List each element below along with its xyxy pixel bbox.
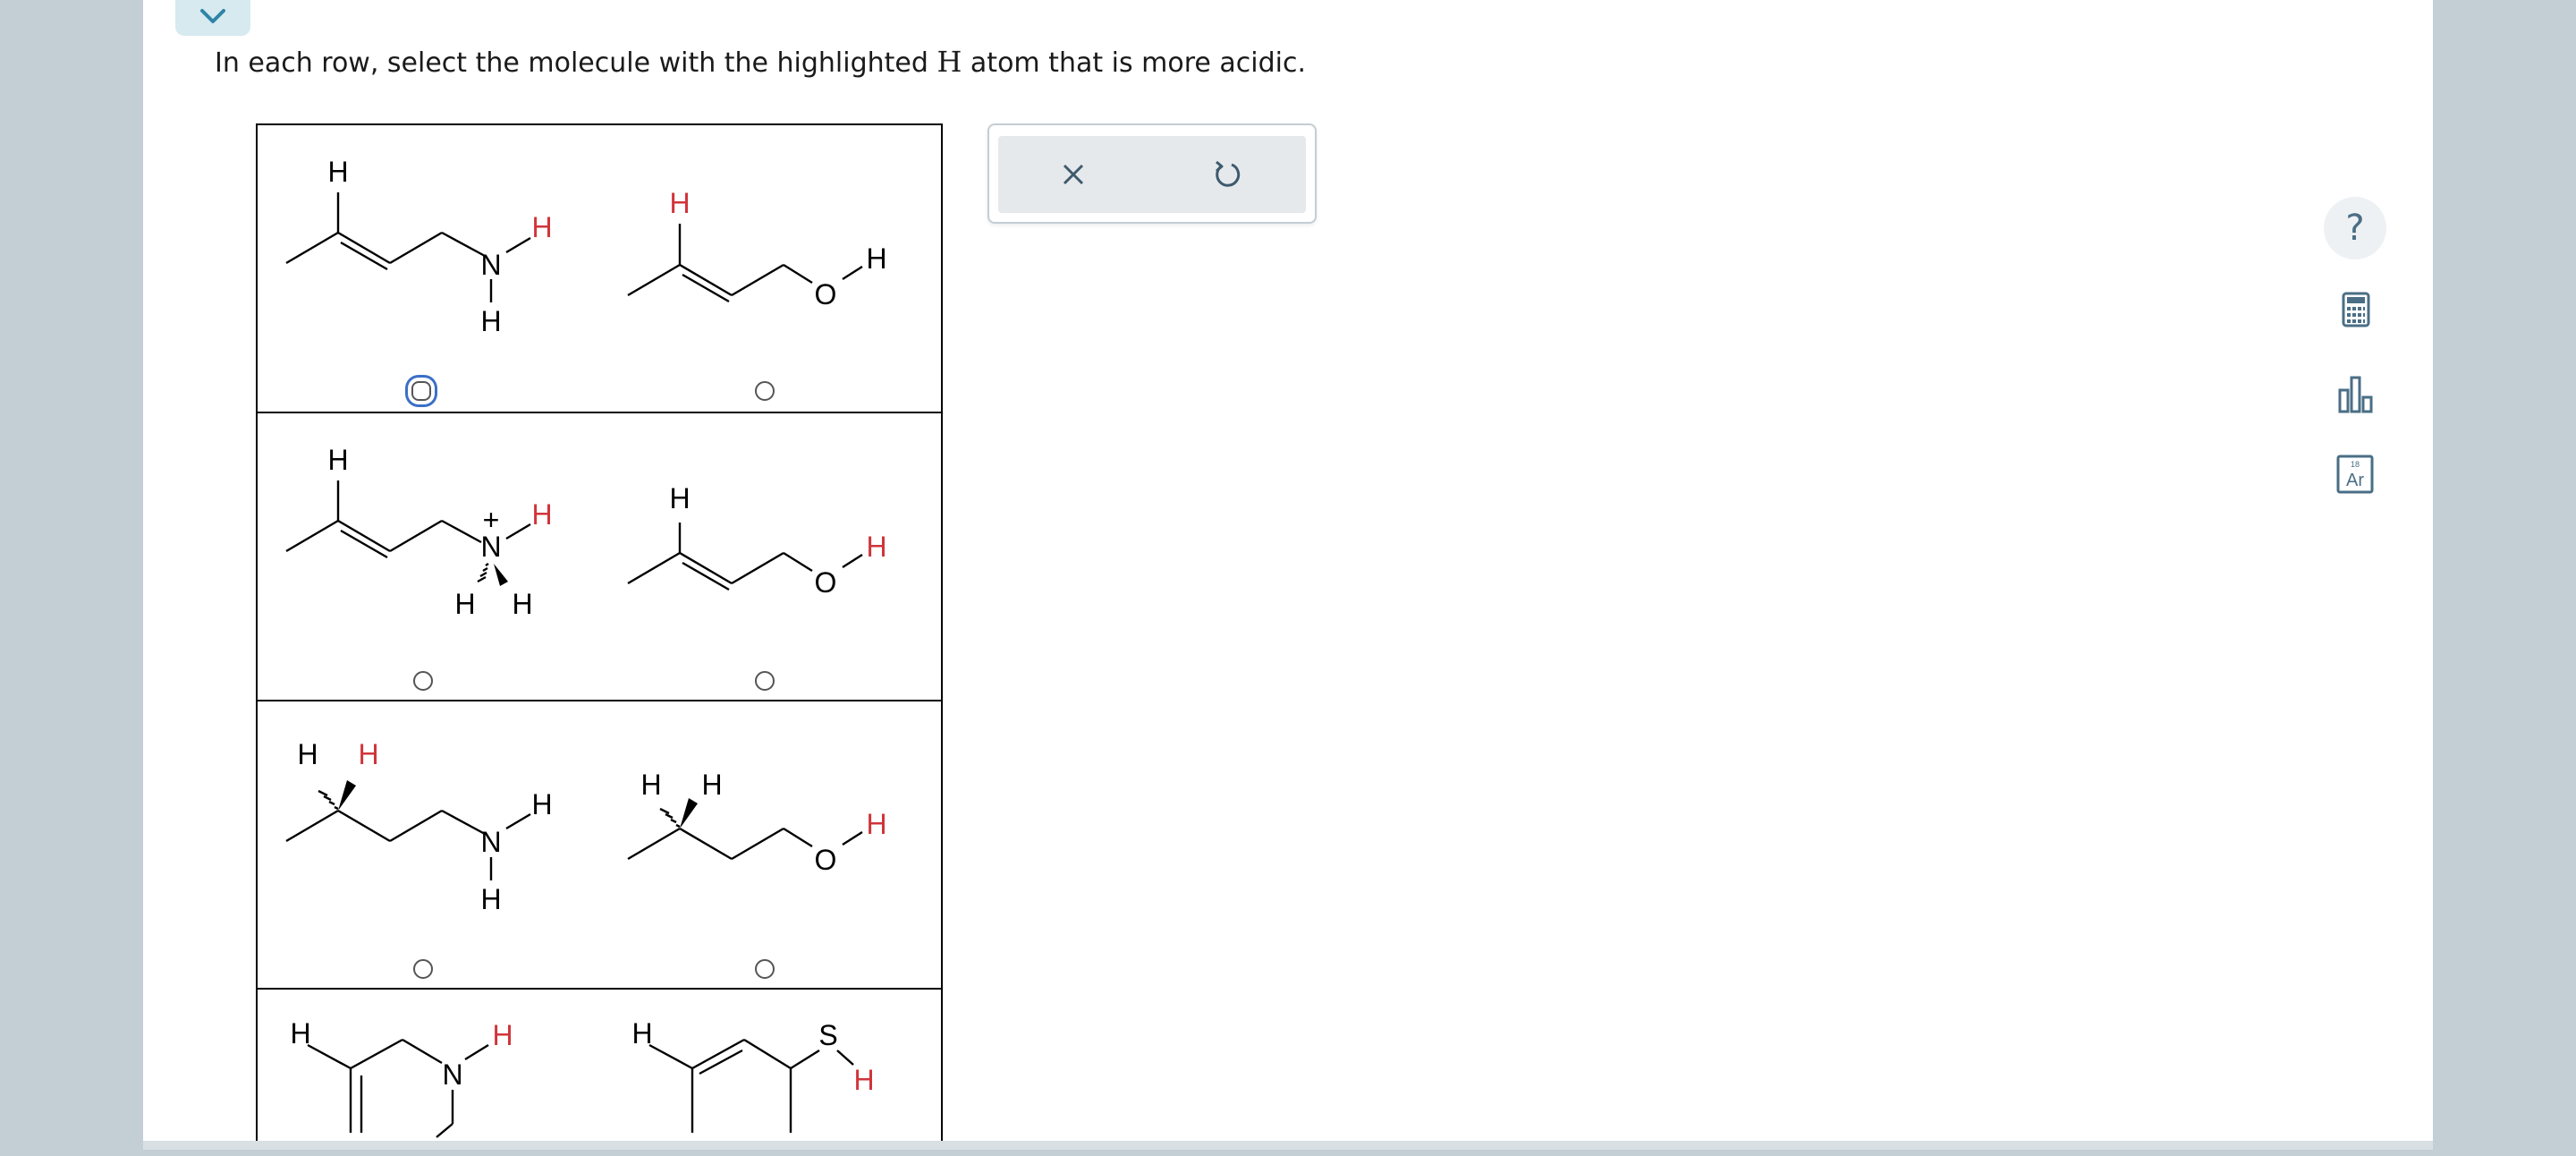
calculator-icon	[2342, 292, 2370, 327]
molecule-3-right: H H O H	[627, 769, 887, 876]
highlighted-h: H	[866, 531, 886, 563]
periodic-table-button[interactable]: 18 Ar	[2324, 444, 2386, 506]
clear-button[interactable]	[1050, 151, 1097, 198]
table-row-3: H H N H H H H O H	[258, 701, 941, 990]
highlighted-h: H	[531, 211, 552, 243]
atom-h: H	[327, 444, 348, 476]
atom-n: N	[480, 249, 501, 281]
row-3-right-radio[interactable]	[755, 959, 775, 979]
help-icon: ?	[2345, 208, 2365, 249]
undo-icon	[1216, 160, 1241, 187]
highlighted-h: H	[853, 1064, 874, 1096]
positive-charge: +	[483, 504, 500, 536]
atom-h: H	[454, 588, 475, 620]
molecule-2-left: N + H H H H	[285, 444, 553, 620]
element-number: 18	[2351, 460, 2360, 469]
row-3-left-radio[interactable]	[413, 959, 433, 979]
atom-h: H	[290, 1017, 310, 1050]
highlighted-h: H	[492, 1019, 513, 1051]
atom-n: N	[442, 1058, 462, 1091]
collapse-tab[interactable]	[175, 0, 250, 36]
molecule-1-left: H N H H	[285, 156, 553, 337]
atom-h: H	[480, 883, 501, 915]
data-chart-button[interactable]	[2324, 363, 2386, 426]
atom-s: S	[818, 1019, 837, 1051]
row-1-right-radio[interactable]	[755, 381, 775, 401]
bottom-scroll-bar[interactable]	[143, 1141, 2433, 1150]
bar-chart-icon	[2338, 376, 2373, 413]
highlighted-h: H	[866, 808, 886, 840]
prompt-symbol: H	[936, 45, 962, 79]
calculator-button[interactable]	[2324, 279, 2386, 342]
table-row-1: H N H H H O H	[258, 125, 941, 413]
action-toolbar	[998, 136, 1306, 213]
row-1-left-radio[interactable]	[411, 381, 431, 401]
atom-h: H	[701, 769, 722, 801]
molecule-4-left: H N H	[290, 1017, 513, 1138]
atom-h: H	[327, 156, 348, 188]
undo-button[interactable]	[1204, 151, 1250, 198]
atom-h: H	[866, 242, 886, 275]
prompt-text-start: In each row, select the molecule with th…	[215, 47, 928, 79]
molecule-1-right: H O H	[627, 187, 887, 310]
prompt-text-end: atom that is more acidic.	[970, 47, 1307, 79]
help-button[interactable]: ?	[2324, 197, 2386, 259]
chevron-down-icon	[200, 9, 225, 23]
periodic-table-icon: 18 Ar	[2336, 455, 2374, 494]
atom-h: H	[669, 482, 690, 514]
atom-h: H	[631, 1017, 652, 1050]
molecule-2-right: H O H	[627, 482, 887, 599]
table-row-4: H N H H S H	[258, 990, 941, 1141]
answer-action-box	[987, 123, 1317, 224]
row-2-right-radio[interactable]	[755, 671, 775, 691]
row-2-left-radio[interactable]	[413, 671, 433, 691]
atom-o: O	[815, 566, 837, 599]
table-row-2: N + H H H H H O H	[258, 413, 941, 701]
atom-o: O	[815, 844, 837, 876]
molecule-3-left: H H N H H	[285, 738, 553, 915]
element-symbol: Ar	[2346, 471, 2364, 490]
atom-h: H	[640, 769, 661, 801]
atom-h: H	[480, 305, 501, 337]
question-prompt: In each row, select the molecule with th…	[215, 45, 1306, 79]
atom-h: H	[297, 738, 318, 770]
atom-n: N	[480, 826, 501, 858]
atom-h: H	[512, 588, 532, 620]
highlighted-h: H	[531, 498, 552, 531]
highlighted-h: H	[358, 738, 378, 770]
atom-h: H	[531, 788, 552, 820]
molecule-table: H N H H H O H N + H H H H H O H H H N H …	[256, 123, 943, 1141]
highlighted-h: H	[669, 187, 690, 219]
x-icon	[1063, 164, 1084, 185]
atom-o: O	[815, 278, 837, 310]
molecule-4-right: H S H	[631, 1017, 875, 1133]
